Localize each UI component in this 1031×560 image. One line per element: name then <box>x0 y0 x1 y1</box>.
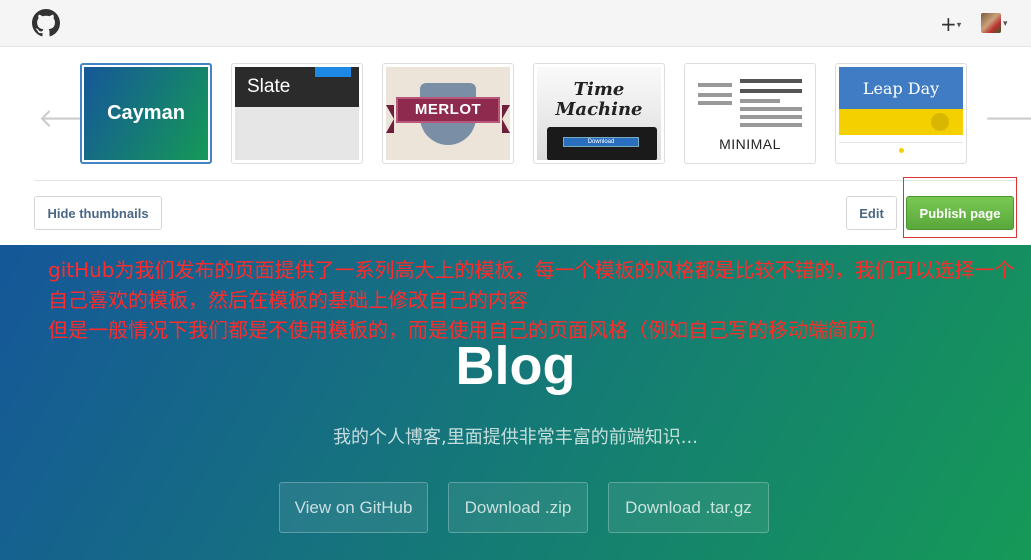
github-coin-icon <box>931 113 949 131</box>
theme-label: MERLOT <box>414 101 482 118</box>
theme-thumb-merlot[interactable]: MERLOT <box>382 63 514 164</box>
top-bar: +▾ ▾ <box>0 0 1031 47</box>
download-preview: Download <box>563 137 639 147</box>
page-subtitle: 我的个人博客,里面提供非常丰富的前端知识... <box>333 427 698 448</box>
plus-icon: + <box>940 12 957 36</box>
theme-label: Slate <box>247 76 291 97</box>
theme-label: Leap Day <box>862 79 940 98</box>
view-on-github-button[interactable]: View on GitHub <box>279 482 428 533</box>
theme-thumb-leap-day[interactable]: Leap Day <box>835 63 967 164</box>
theme-label-line2: Machine <box>555 99 643 120</box>
page-title: Blog <box>455 336 576 396</box>
annotation-note: gitHub为我们发布的页面提供了一系列高大上的模板，每一个模板的风格都是比较不… <box>48 255 1030 345</box>
download-zip-button[interactable]: Download .zip <box>448 482 588 533</box>
github-logo-icon[interactable] <box>32 9 60 37</box>
chevron-down-icon: ▾ <box>956 20 962 31</box>
divider <box>34 180 1018 181</box>
theme-label: Cayman <box>107 102 185 124</box>
annotation-note-line1: gitHub为我们发布的页面提供了一系列高大上的模板，每一个模板的风格都是比较不… <box>48 258 1015 312</box>
theme-thumb-minimal[interactable]: MINIMAL <box>684 63 816 164</box>
annotation-highlight-box <box>903 177 1017 238</box>
theme-label: MINIMAL <box>719 136 781 152</box>
avatar <box>981 13 1001 33</box>
next-arrow-icon[interactable]: 🡒 <box>984 103 1031 134</box>
theme-label: Time <box>573 79 625 100</box>
theme-thumb-cayman[interactable]: Cayman <box>80 63 212 164</box>
theme-thumb-slate[interactable]: Slate <box>231 63 363 164</box>
new-menu-button[interactable]: +▾ <box>940 12 961 36</box>
page-preview-header: gitHub为我们发布的页面提供了一系列高大上的模板，每一个模板的风格都是比较不… <box>0 245 1031 560</box>
chevron-down-icon: ▾ <box>1003 17 1008 28</box>
user-menu-button[interactable]: ▾ <box>981 13 1008 33</box>
edit-button[interactable]: Edit <box>846 196 897 230</box>
theme-picker: 🡐 Cayman Slate MERLOT Time Machine Downl… <box>0 47 1031 245</box>
theme-thumb-time-machine[interactable]: Time Machine Download <box>533 63 665 164</box>
hide-thumbnails-button[interactable]: Hide thumbnails <box>34 196 162 230</box>
download-targz-button[interactable]: Download .tar.gz <box>608 482 769 533</box>
